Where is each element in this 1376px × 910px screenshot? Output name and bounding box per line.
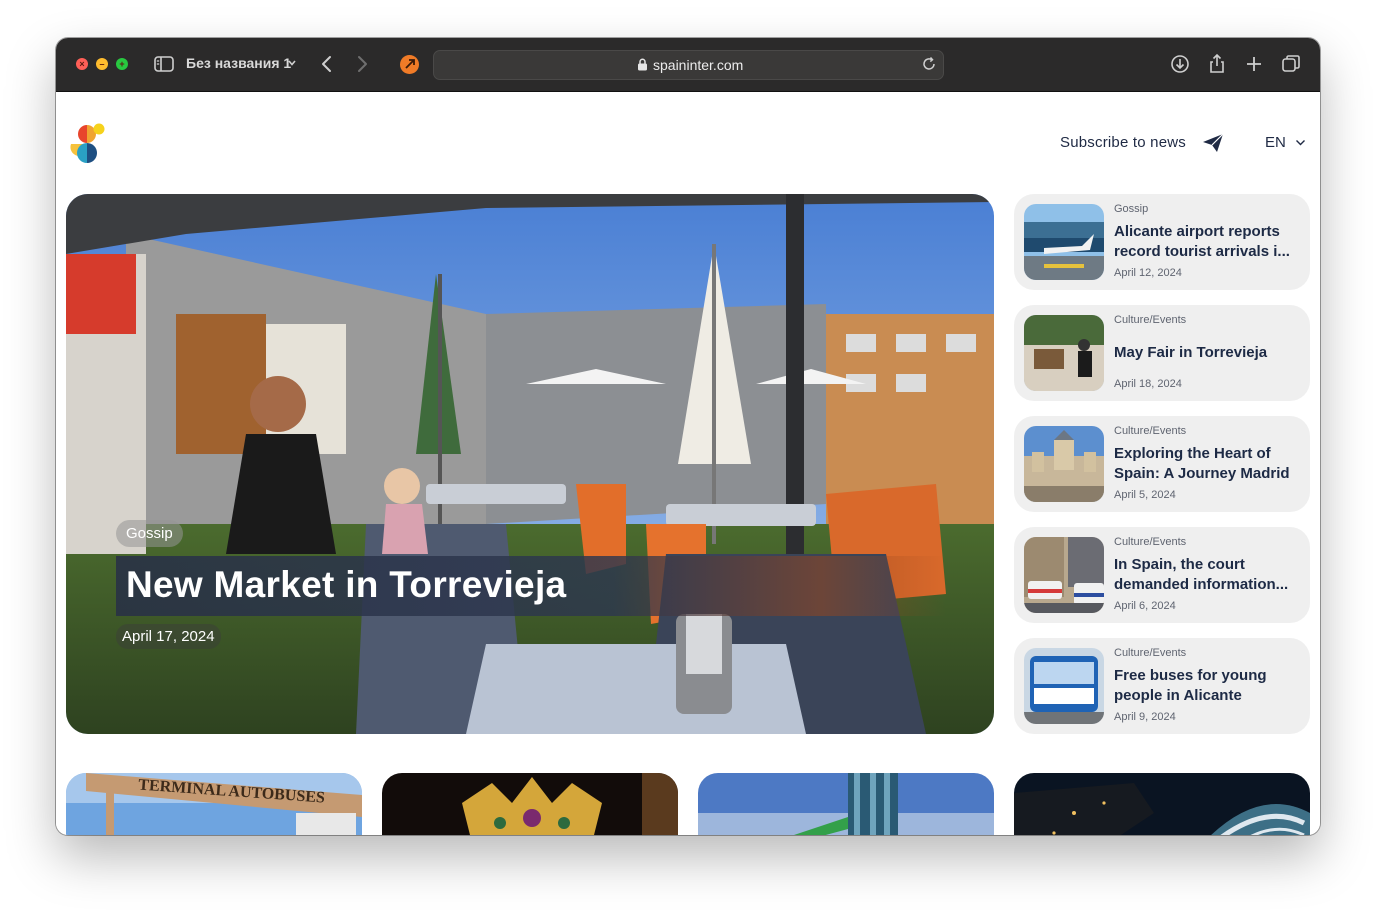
article-card-image [382,773,678,835]
news-date: April 5, 2024 [1114,489,1176,501]
news-date: April 18, 2024 [1114,378,1182,390]
news-category[interactable]: Culture/Events [1114,536,1186,548]
news-card-airport[interactable]: Gossip Alicante airport reports record t… [1014,194,1310,290]
news-title[interactable]: May Fair in Torrevieja [1114,343,1302,363]
news-card-may-fair[interactable]: Culture/Events May Fair in Torrevieja Ap… [1014,305,1310,401]
lock-icon [638,58,647,71]
news-title[interactable]: Exploring the Heart of Spain: A Journey … [1114,444,1302,484]
minimize-window-button[interactable]: – [96,58,108,70]
close-window-button[interactable]: × [76,58,88,70]
tab-group-title[interactable]: Без названия 1 [186,55,291,71]
news-card-buses[interactable]: Culture/Events Free buses for young peop… [1014,638,1310,734]
news-card-court[interactable]: Culture/Events In Spain, the court deman… [1014,527,1310,623]
article-card-building[interactable] [698,773,994,835]
page-content: Subscribe to news EN Gossip New Market i… [56,92,1320,835]
url-text: spaininter.com [653,57,744,73]
hero-date: April 17, 2024 [116,624,221,649]
article-card-bus-terminal[interactable]: TERMINAL AUTOBUSES [66,773,362,835]
news-category[interactable]: Gossip [1114,203,1148,215]
hero-image [66,194,994,734]
maximize-window-button[interactable]: + [116,58,128,70]
site-logo[interactable] [66,122,108,164]
article-card-image [698,773,994,835]
downloads-icon[interactable] [1169,53,1191,75]
news-date: April 6, 2024 [1114,600,1176,612]
hero-title[interactable]: New Market in Torrevieja [126,564,566,606]
news-title[interactable]: Free buses for young people in Alicante [1114,666,1302,706]
share-icon[interactable] [1206,53,1228,75]
language-selector[interactable]: EN [1265,134,1286,151]
news-title[interactable]: In Spain, the court demanded information… [1114,555,1302,595]
article-card-image: TERMINAL AUTOBUSES [66,773,362,835]
extension-icon[interactable] [400,55,419,74]
news-title[interactable]: Alicante airport reports record tourist … [1114,222,1302,262]
reload-icon[interactable] [921,56,937,72]
hero-article[interactable]: Gossip New Market in Torrevieja April 17… [66,194,994,734]
article-card-crown[interactable] [382,773,678,835]
news-category[interactable]: Culture/Events [1114,425,1186,437]
chevron-down-icon[interactable] [287,58,297,68]
new-tab-icon[interactable] [1243,53,1265,75]
article-card-image [1014,773,1310,835]
news-thumb-image [1024,426,1104,502]
news-thumb-image [1024,204,1104,280]
extension-glyph-icon [405,59,415,69]
forward-arrow-icon[interactable] [351,53,373,75]
chevron-down-icon[interactable] [1295,138,1306,147]
browser-window: × – + Без названия 1 spaininter.com Subs… [56,38,1320,835]
news-date: April 12, 2024 [1114,267,1182,279]
address-bar[interactable]: spaininter.com [433,50,944,80]
browser-toolbar: × – + Без названия 1 spaininter.com [56,38,1320,92]
news-card-madrid[interactable]: Culture/Events Exploring the Heart of Sp… [1014,416,1310,512]
news-date: April 9, 2024 [1114,711,1176,723]
subscribe-link[interactable]: Subscribe to news [1060,134,1186,151]
tab-overview-icon[interactable] [1280,53,1302,75]
sidebar-toggle-icon[interactable] [153,53,175,75]
news-category[interactable]: Culture/Events [1114,314,1186,326]
news-category[interactable]: Culture/Events [1114,647,1186,659]
article-card-satellite[interactable] [1014,773,1310,835]
hero-category-badge[interactable]: Gossip [116,520,183,547]
back-arrow-icon[interactable] [316,53,338,75]
news-thumb-image [1024,537,1104,613]
news-thumb-image [1024,648,1104,724]
news-thumb-image [1024,315,1104,391]
paper-plane-icon[interactable] [1202,133,1224,153]
